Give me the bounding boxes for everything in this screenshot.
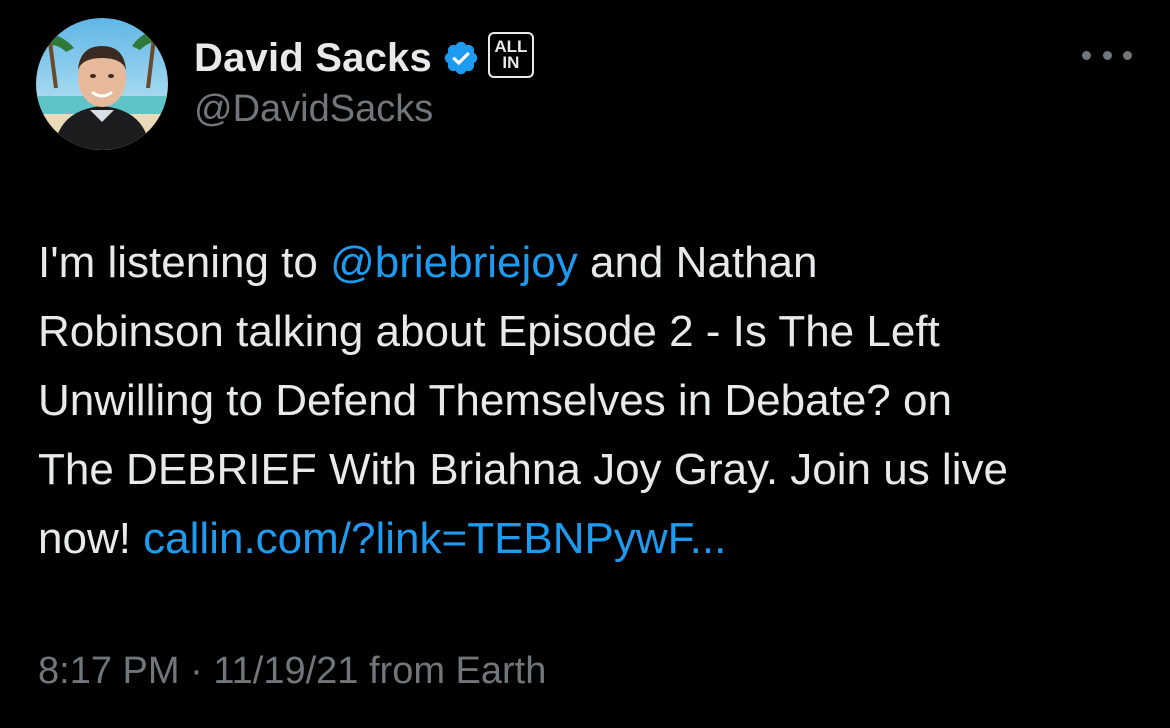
affiliate-badge[interactable]: ALL IN [487,32,534,78]
tweet-line-5: now! callin.com/?link=TEBNPywF... [38,504,1138,573]
tweet-time[interactable]: 8:17 PM [38,650,180,692]
author-row: David Sacks ALL IN [194,32,534,82]
affiliate-badge-line2: IN [502,53,520,72]
avatar[interactable] [36,18,168,150]
tweet-line-1: I'm listening to @briebriejoy and Nathan [38,228,1138,297]
author-display-name[interactable]: David Sacks [194,36,432,81]
tweet-line-4: The DEBRIEF With Briahna Joy Gray. Join … [38,445,1008,494]
more-dot [1082,50,1091,60]
tweet-text-segment: I'm listening to [38,238,331,287]
more-dot [1102,50,1112,60]
more-options-icon[interactable] [1082,40,1132,70]
tweet-date[interactable]: 11/19/21 [213,650,358,692]
verified-badge-icon[interactable] [442,39,480,77]
tweet-line-2: Robinson talking about Episode 2 - Is Th… [38,307,940,356]
url-link[interactable]: callin.com/?link=TEBNPywF... [143,514,726,563]
tweet-metadata: 8:17 PM · 11/19/21 from Earth [38,650,546,693]
tweet-line-3: Unwilling to Defend Themselves in Debate… [38,376,952,425]
mention-link[interactable]: @briebriejoy [330,238,578,287]
more-dot [1123,50,1132,60]
tweet-text-segment: and Nathan [577,238,818,287]
tweet-card: David Sacks ALL IN @DavidSacks I'm liste… [0,0,1170,728]
avatar-image [36,18,168,150]
meta-separator: · [179,650,214,692]
tweet-text: I'm listening to @briebriejoy and Nathan… [38,228,1138,573]
author-handle[interactable]: @DavidSacks [194,88,433,131]
tweet-text-segment: now! [38,514,144,563]
tweet-source: from Earth [358,650,547,692]
